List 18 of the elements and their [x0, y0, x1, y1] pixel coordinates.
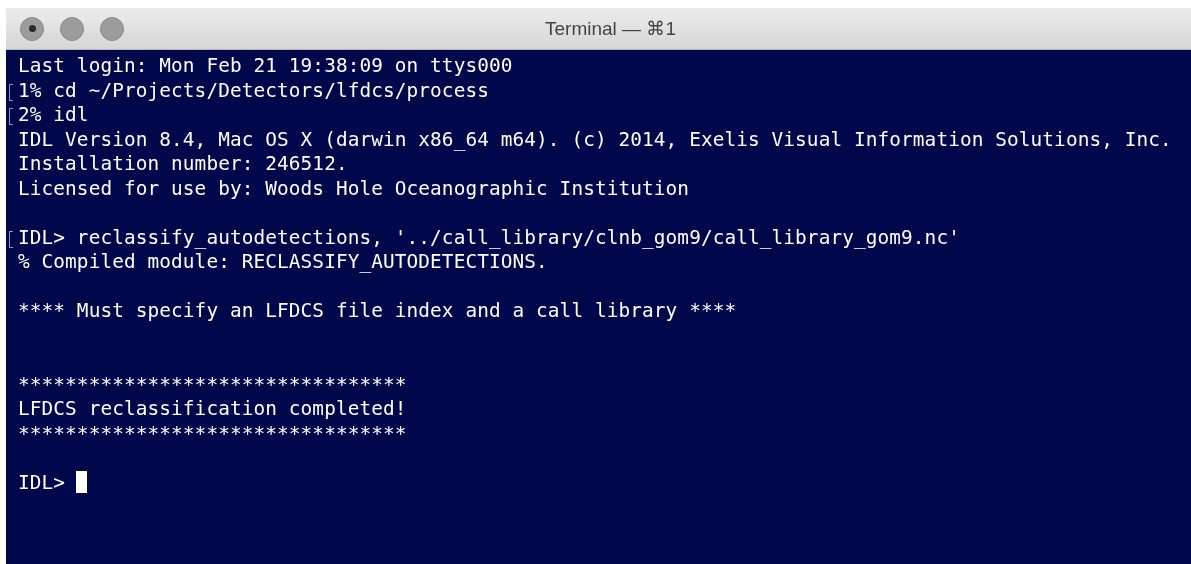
terminal-line: ********************************* [18, 421, 407, 445]
zoom-button[interactable] [100, 16, 124, 41]
terminal-line: **** Must specify an LFDCS file index and a call library **** [18, 299, 737, 322]
terminal-line: IDL> reclassify_autodetections, '../call_library/clnb_gom9/call_library_gom9.nc' [18, 225, 960, 249]
terminal-line: Last login: Mon Feb 21 19:38:09 on ttys000 [18, 54, 513, 77]
terminal-line: ********************************* [18, 372, 407, 396]
terminal-line: Installation number: 246512. [18, 152, 348, 175]
window-title: Terminal — ⌘1 [544, 17, 677, 40]
minimize-button[interactable] [60, 16, 84, 41]
text-cursor [76, 470, 88, 493]
terminal-line: 1% cd ~/Projects/Detectors/lfdcs/process [18, 78, 489, 102]
terminal-line: LFDCS reclassification completed! [18, 397, 407, 420]
terminal-line: 2% idl [18, 103, 89, 126]
terminal-prompt: IDL> [18, 470, 66, 494]
terminal-line: % Compiled module: RECLASSIFY_AUTODETECTIONS. [18, 250, 548, 273]
close-button[interactable] [20, 16, 44, 41]
terminal-line: Licensed for use by: Woods Hole Oceanographic Institution [18, 176, 690, 200]
terminal-line: IDL Version 8.4, Mac OS X (darwin x86_64 m64). (c) 2014, Exelis Visual Information Solutions, Inc. [18, 127, 1172, 151]
